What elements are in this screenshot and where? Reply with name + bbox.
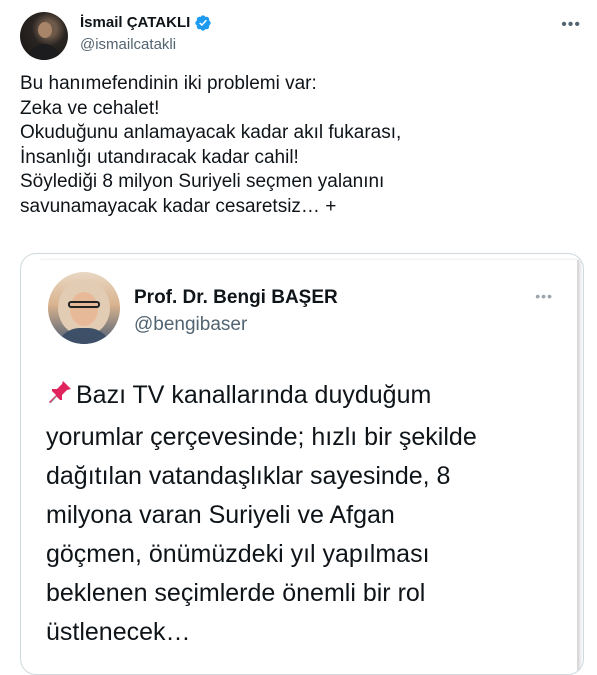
quoted-text-line: üstlenecek… bbox=[46, 618, 191, 646]
avatar-shoulders bbox=[28, 44, 60, 60]
tweet-text-line: Zeka ve cehalet! bbox=[20, 97, 160, 119]
tweet-text-line: Okuduğunu anlamayacak kadar akıl fukaras… bbox=[20, 122, 402, 143]
pushpin-emoji-icon bbox=[46, 378, 74, 418]
quoted-text-line: beklenen seçimlerde önemli bir rol bbox=[46, 579, 426, 607]
quoted-tweet-text: Bazı TV kanallarında duyduğum yorumlar ç… bbox=[46, 376, 566, 652]
quoted-author-name: Prof. Dr. Bengi BAŞER bbox=[134, 287, 338, 308]
quoted-text-line: göçmen, önümüzdeki yıl yapılması bbox=[46, 540, 430, 568]
tweet-header: İsmail ÇATAKLI @ismailcatakli ••• bbox=[20, 10, 583, 60]
quoted-author-handle: @bengibaser bbox=[134, 314, 248, 335]
author-avatar[interactable] bbox=[20, 12, 68, 60]
quoted-text-line: Bazı TV kanallarında duyduğum bbox=[46, 376, 566, 418]
quoted-tweet-image[interactable]: Prof. Dr. Bengi BAŞER @bengibaser ••• Ba… bbox=[20, 253, 584, 675]
quoted-text-line: yorumlar çerçevesinde; hızlı bir şekilde bbox=[46, 423, 477, 451]
avatar-face bbox=[38, 22, 52, 38]
quoted-more-icon: ••• bbox=[535, 288, 553, 304]
author-name-row: İsmail ÇATAKLI bbox=[80, 13, 212, 33]
more-horizontal-icon[interactable]: ••• bbox=[561, 16, 581, 34]
quoted-text-line: dağıtılan vatandaşlıklar sayesinde, 8 bbox=[46, 462, 451, 490]
author-display-name[interactable]: İsmail ÇATAKLI bbox=[80, 13, 190, 33]
quoted-text-first: Bazı TV kanallarında duyduğum bbox=[76, 381, 432, 409]
tweet-text: Bu hanımefendinin iki problemi var: Zeka… bbox=[20, 72, 580, 219]
quoted-tweet-screenshot: Prof. Dr. Bengi BAŞER @bengibaser ••• Ba… bbox=[38, 260, 579, 674]
quoted-author-avatar bbox=[48, 272, 120, 344]
tweet-text-line: Bu hanımefendinin iki problemi var: bbox=[20, 73, 317, 94]
verified-badge-icon bbox=[194, 14, 212, 32]
tweet-text-line: İnsanlığı utandıracak kadar cahil! bbox=[20, 146, 299, 168]
quoted-text-line: milyona varan Suriyeli ve Afgan bbox=[46, 501, 395, 529]
author-handle[interactable]: @ismailcatakli bbox=[80, 35, 176, 55]
avatar-glasses bbox=[68, 301, 100, 308]
avatar-coat bbox=[56, 328, 112, 344]
tweet-text-line: Söylediği 8 milyon Suriyeli seçmen yalan… bbox=[20, 171, 385, 192]
tweet-text-line: savunamayacak kadar cesaretsiz… + bbox=[20, 195, 337, 217]
avatar-face bbox=[70, 292, 98, 326]
